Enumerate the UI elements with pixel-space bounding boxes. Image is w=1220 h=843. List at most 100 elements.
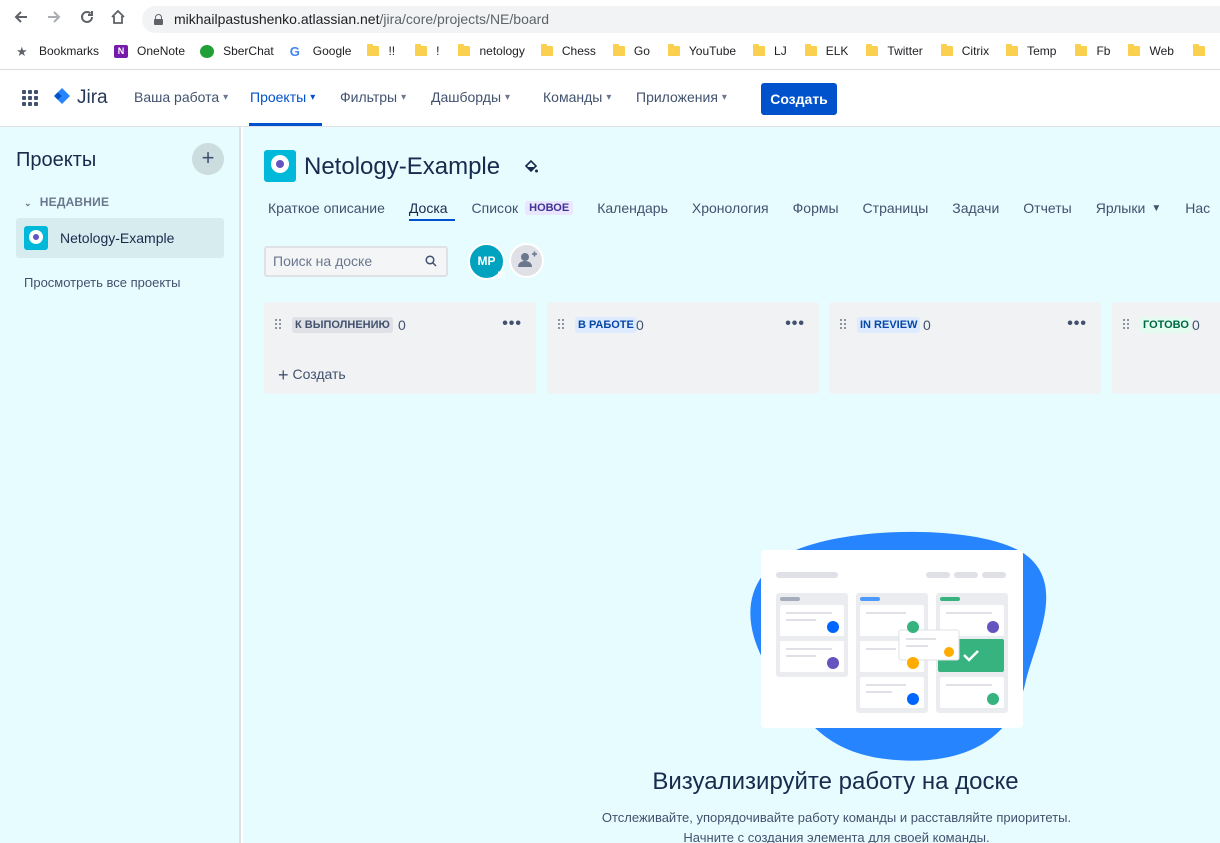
bookmark-folder[interactable]: !! xyxy=(367,44,395,58)
tab-list[interactable]: Список НОВОЕ xyxy=(472,196,574,220)
address-bar[interactable]: mikhailpastushenko.atlassian.net/jira/co… xyxy=(142,6,1220,33)
url-host: mikhailpastushenko.atlassian.net xyxy=(174,11,380,27)
lock-icon xyxy=(154,14,163,25)
home-icon[interactable] xyxy=(107,8,129,30)
column-title: В РАБОТЕ xyxy=(575,317,637,333)
jira-top-nav: Jira Ваша работа ▾ Проекты ▾ Фильтры ▾ Дашб… xyxy=(0,70,1220,127)
tab-calendar[interactable]: Календарь xyxy=(597,196,668,220)
board-column-todo: К ВЫПОЛНЕНИЮ 0 ••• + Создать xyxy=(264,302,536,394)
browser-toolbar: mikhailpastushenko.atlassian.net/jira/co… xyxy=(0,0,1220,70)
create-issue-button[interactable]: + Создать xyxy=(278,365,346,386)
bookmark-folder[interactable]: LJ xyxy=(753,44,787,58)
back-arrow-icon[interactable] xyxy=(10,8,32,30)
bookmark-folder[interactable]: Chess xyxy=(540,44,596,58)
chevron-down-icon: ▾ xyxy=(606,91,612,103)
tab-settings[interactable]: Нас xyxy=(1185,196,1210,220)
column-title: К ВЫПОЛНЕНИЮ xyxy=(292,317,393,333)
drag-handle-icon[interactable] xyxy=(840,319,848,330)
bookmark-folder[interactable]: Fb xyxy=(1075,44,1110,58)
bookmark-google[interactable]: G Google xyxy=(290,44,352,58)
empty-state-description: Отслеживайте, упорядочивайте работу кома… xyxy=(601,810,1072,843)
tab-reports[interactable]: Отчеты xyxy=(1023,196,1071,220)
tab-timeline[interactable]: Хронология xyxy=(692,196,769,220)
bookmark-folder[interactable] xyxy=(1192,44,1214,56)
folder-icon xyxy=(866,44,879,56)
chevron-down-icon: ▾ xyxy=(505,91,511,103)
paint-bucket-icon[interactable] xyxy=(523,158,539,174)
nav-filters[interactable]: Фильтры ▾ xyxy=(340,89,406,105)
bookmark-folder[interactable]: Temp xyxy=(1006,44,1056,58)
column-title: ГОТОВО xyxy=(1140,317,1192,333)
folder-icon xyxy=(804,44,817,56)
folder-icon xyxy=(612,44,625,56)
more-icon[interactable]: ••• xyxy=(785,315,805,333)
nav-apps[interactable]: Приложения ▾ xyxy=(636,89,727,105)
bookmark-folder[interactable]: Go xyxy=(612,44,650,58)
star-icon: ★ xyxy=(16,43,28,59)
sidebar-item-project[interactable]: Netology-Example xyxy=(16,218,224,258)
bookmark-folder[interactable]: Citrix xyxy=(940,44,989,58)
project-tabs: Краткое описание Доска Список НОВОЕ Кален… xyxy=(268,196,1220,220)
avatar[interactable]: MP M xyxy=(468,243,505,280)
view-all-projects-link[interactable]: Просмотреть все проекты xyxy=(24,275,180,290)
active-tab-indicator xyxy=(409,219,455,221)
drag-handle-icon[interactable] xyxy=(275,319,283,330)
nav-teams[interactable]: Команды ▾ xyxy=(543,89,611,105)
folder-icon xyxy=(753,44,766,56)
bookmark-folder[interactable]: YouTube xyxy=(667,44,736,58)
more-icon[interactable]: ••• xyxy=(1067,315,1087,333)
recent-section-toggle[interactable]: ⌄ НЕДАВНИЕ xyxy=(24,195,109,209)
column-count: 0 xyxy=(398,317,406,333)
bookmark-folder[interactable]: ! xyxy=(415,44,439,58)
create-button[interactable]: Создать xyxy=(761,83,837,115)
add-project-button[interactable]: + xyxy=(192,143,224,175)
board-search-input[interactable]: Поиск на доске xyxy=(264,246,448,277)
jira-logo[interactable]: Jira xyxy=(52,87,108,109)
nav-projects[interactable]: Проекты ▾ xyxy=(250,89,315,105)
avatar-sub-label: M xyxy=(497,270,506,280)
nav-dashboards[interactable]: Дашборды ▾ xyxy=(431,89,510,105)
column-title: IN REVIEW xyxy=(857,317,921,333)
drag-handle-icon[interactable] xyxy=(558,319,566,330)
add-people-icon[interactable] xyxy=(509,243,544,278)
folder-icon xyxy=(1075,44,1088,56)
tab-issues[interactable]: Задачи xyxy=(952,196,999,220)
chevron-down-icon: ▼ xyxy=(1151,202,1162,214)
sidebar-title: Проекты xyxy=(16,149,97,171)
bookmark-onenote[interactable]: N OneNote xyxy=(114,44,185,58)
reload-icon[interactable] xyxy=(76,8,98,30)
chevron-down-icon: ▾ xyxy=(223,91,229,103)
folder-icon xyxy=(940,44,953,56)
folder-icon xyxy=(458,44,471,56)
folder-icon xyxy=(1128,44,1141,56)
chevron-down-icon: ▾ xyxy=(401,91,407,103)
empty-state-title: Визуализируйте работу на доске xyxy=(652,768,1019,795)
search-placeholder: Поиск на доске xyxy=(273,253,373,269)
url-path: /jira/core/projects/NE/board xyxy=(379,11,550,27)
drag-handle-icon[interactable] xyxy=(1123,319,1131,330)
board-empty-illustration xyxy=(750,531,1047,761)
sberchat-icon xyxy=(200,44,215,58)
tab-shortcuts[interactable]: Ярлыки ▼ xyxy=(1096,196,1162,220)
jira-brand-text: Jira xyxy=(77,87,108,108)
folder-icon xyxy=(415,44,428,56)
new-badge: НОВОЕ xyxy=(525,201,574,215)
bookmark-folder[interactable]: Web xyxy=(1128,44,1174,58)
more-icon[interactable]: ••• xyxy=(502,315,522,333)
project-avatar-icon xyxy=(264,150,296,182)
bookmark-folder[interactable]: Twitter xyxy=(866,44,923,58)
forward-arrow-icon[interactable] xyxy=(43,8,65,30)
bookmark-bookmarks[interactable]: ★ Bookmarks xyxy=(16,44,99,58)
bookmark-sberchat[interactable]: SberChat xyxy=(200,44,274,58)
nav-your-work[interactable]: Ваша работа ▾ xyxy=(134,89,228,105)
tab-pages[interactable]: Страницы xyxy=(863,196,929,220)
sidebar-project-label: Netology-Example xyxy=(60,230,175,246)
tab-board[interactable]: Доска xyxy=(409,196,448,220)
onenote-icon: N xyxy=(114,44,129,58)
bookmark-folder[interactable]: netology xyxy=(458,44,525,58)
bookmark-folder[interactable]: ELK xyxy=(804,44,848,58)
bookmarks-bar: ★ Bookmarks N OneNote SberChat G Google … xyxy=(0,40,1220,62)
app-switcher-icon[interactable] xyxy=(22,90,38,106)
tab-forms[interactable]: Формы xyxy=(793,196,839,220)
tab-summary[interactable]: Краткое описание xyxy=(268,196,385,220)
